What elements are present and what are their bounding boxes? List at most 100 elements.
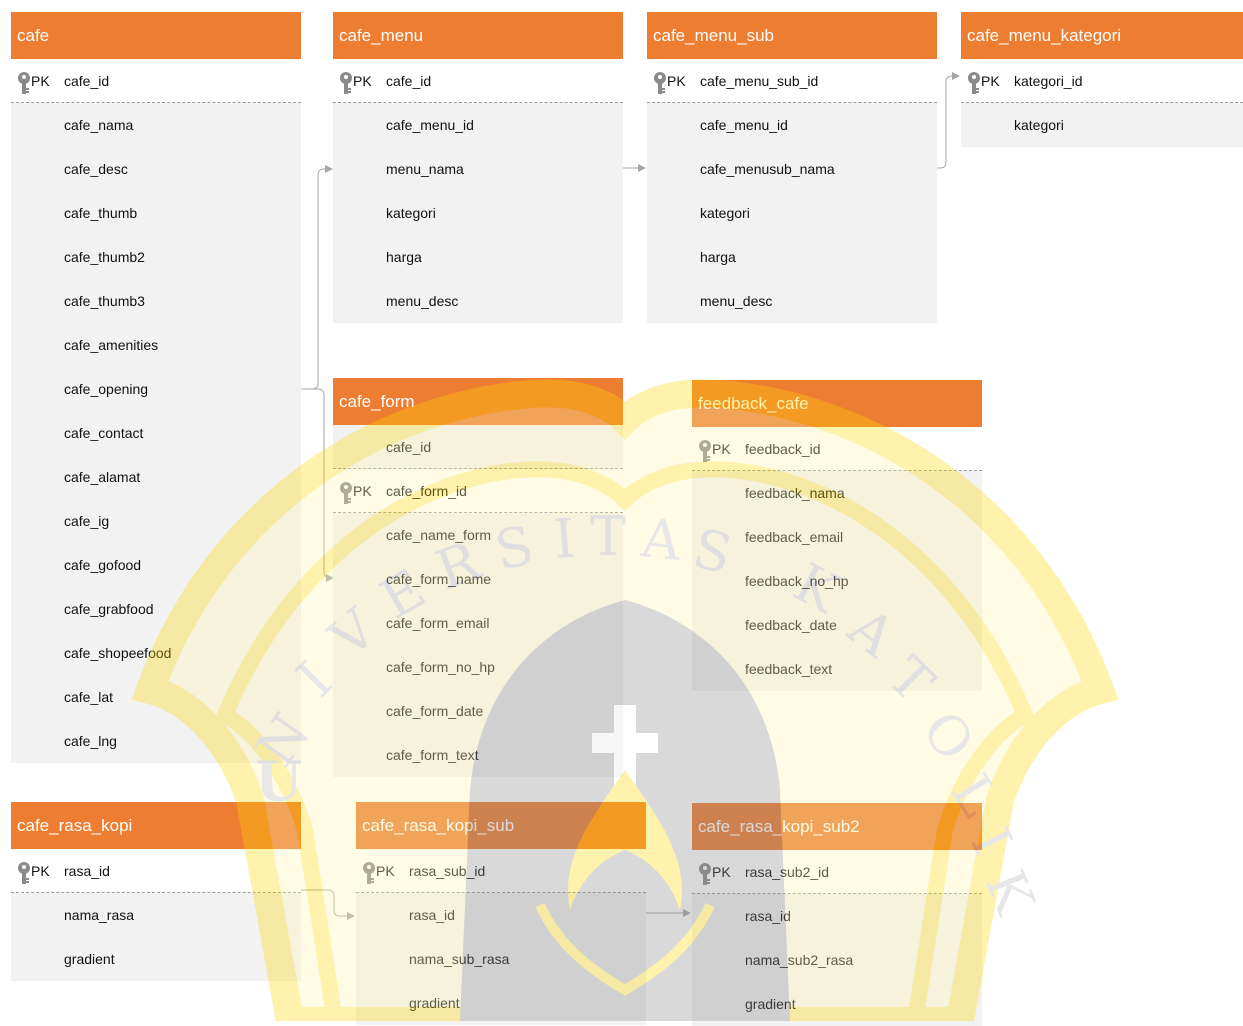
pk-label: PK — [31, 73, 50, 89]
field-row[interactable]: cafe_opening — [11, 367, 301, 411]
field-row[interactable]: harga — [333, 235, 623, 279]
pk-label: PK — [667, 73, 686, 89]
field-row[interactable]: cafe_form_date — [333, 689, 623, 733]
field-row[interactable]: cafe_nama — [11, 103, 301, 147]
field-row[interactable]: gradient — [356, 981, 646, 1025]
primary-key-row[interactable]: PK rasa_sub2_id — [692, 850, 982, 894]
field-name: cafe_menu_sub_id — [700, 73, 819, 89]
primary-key-row[interactable]: PK kategori_id — [961, 59, 1243, 103]
field-row[interactable]: cafe_lat — [11, 675, 301, 719]
field-name: menu_desc — [700, 293, 773, 309]
field-row[interactable]: cafe_gofood — [11, 543, 301, 587]
field-name: cafe_contact — [64, 425, 144, 441]
key-icon — [17, 69, 31, 94]
key-icon — [698, 860, 712, 885]
field-row[interactable]: cafe_thumb3 — [11, 279, 301, 323]
key-icon — [967, 69, 981, 94]
field-row[interactable]: gradient — [11, 937, 301, 981]
field-name: cafe_form_name — [386, 571, 492, 587]
key-icon — [339, 69, 353, 94]
field-row[interactable]: rasa_id — [692, 894, 982, 938]
table-cafe-menu[interactable]: cafe_menu PK cafe_id cafe_menu_id menu_nama k… — [333, 12, 623, 323]
field-name: cafe_gofood — [64, 557, 142, 573]
table-cafe-form[interactable]: cafe_form cafe_id PK cafe_form_id cafe_name_… — [333, 378, 623, 777]
field-row[interactable]: nama_sub2_rasa — [692, 938, 982, 982]
field-name: cafe_shopeefood — [64, 645, 172, 661]
field-row[interactable]: cafe_menusub_nama — [647, 147, 937, 191]
field-row[interactable]: cafe_contact — [11, 411, 301, 455]
field-row[interactable]: menu_nama — [333, 147, 623, 191]
field-name: cafe_id — [64, 73, 110, 89]
table-cafe-menu-sub[interactable]: cafe_menu_sub PK cafe_menu_sub_id cafe_menu… — [647, 12, 937, 323]
field-row[interactable]: cafe_ig — [11, 499, 301, 543]
field-row[interactable]: feedback_text — [692, 647, 982, 691]
field-name: nama_rasa — [64, 907, 135, 923]
primary-key-row[interactable]: PK rasa_id — [11, 849, 301, 893]
field-row[interactable]: cafe_alamat — [11, 455, 301, 499]
field-row[interactable]: cafe_id — [333, 425, 623, 469]
primary-key-row[interactable]: PK cafe_menu_sub_id — [647, 59, 937, 103]
field-row[interactable]: cafe_desc — [11, 147, 301, 191]
key-icon — [17, 859, 31, 884]
field-row[interactable]: kategori — [333, 191, 623, 235]
table-title: feedback_cafe — [692, 380, 982, 427]
field-name: kategori — [1014, 117, 1064, 133]
field-row[interactable]: harga — [647, 235, 937, 279]
table-feedback-cafe[interactable]: feedback_cafe PK feedback_id feedback_nama f… — [692, 380, 982, 691]
field-row[interactable]: cafe_form_email — [333, 601, 623, 645]
field-row[interactable]: cafe_form_no_hp — [333, 645, 623, 689]
key-icon — [339, 479, 353, 504]
field-name: cafe_amenities — [64, 337, 159, 353]
primary-key-row[interactable]: PK cafe_id — [11, 59, 301, 103]
primary-key-row[interactable]: PK rasa_sub_id — [356, 849, 646, 893]
field-row[interactable]: menu_desc — [333, 279, 623, 323]
table-title: cafe_form — [333, 378, 623, 425]
field-row[interactable]: cafe_menu_id — [333, 103, 623, 147]
primary-key-row[interactable]: PK feedback_id — [692, 427, 982, 471]
table-cafe-menu-kategori[interactable]: cafe_menu_kategori PK kategori_id kategori — [961, 12, 1243, 147]
field-name: gradient — [745, 996, 796, 1012]
field-row[interactable]: nama_sub_rasa — [356, 937, 646, 981]
field-row[interactable]: cafe_lng — [11, 719, 301, 763]
connector-cafe-to-cafe-form — [300, 388, 334, 582]
field-row[interactable]: cafe_thumb2 — [11, 235, 301, 279]
svg-text:K: K — [973, 861, 1047, 924]
table-cafe[interactable]: cafe PK cafe_id cafe_nama cafe_desc cafe_thum… — [11, 12, 301, 763]
field-row[interactable]: rasa_id — [356, 893, 646, 937]
field-row[interactable]: feedback_no_hp — [692, 559, 982, 603]
field-row[interactable]: cafe_name_form — [333, 513, 623, 557]
field-row[interactable]: kategori — [647, 191, 937, 235]
field-row[interactable]: kategori — [961, 103, 1243, 147]
field-row[interactable]: cafe_form_name — [333, 557, 623, 601]
table-title: cafe_rasa_kopi — [11, 802, 301, 849]
field-name: rasa_sub_id — [409, 863, 486, 879]
primary-key-row[interactable]: PK cafe_form_id — [333, 469, 623, 513]
field-name: cafe_thumb — [64, 205, 138, 221]
field-row[interactable]: cafe_form_text — [333, 733, 623, 777]
field-row[interactable]: nama_rasa — [11, 893, 301, 937]
field-row[interactable]: gradient — [692, 982, 982, 1026]
field-name: cafe_form_date — [386, 703, 484, 719]
field-name: kategori — [386, 205, 436, 221]
field-name: cafe_menu_id — [700, 117, 788, 133]
field-name: rasa_id — [745, 908, 791, 924]
field-name: harga — [700, 249, 736, 265]
primary-key-row[interactable]: PK cafe_id — [333, 59, 623, 103]
field-name: gradient — [409, 995, 460, 1011]
field-name: cafe_thumb2 — [64, 249, 145, 265]
field-row[interactable]: feedback_email — [692, 515, 982, 559]
field-row[interactable]: cafe_amenities — [11, 323, 301, 367]
field-row[interactable]: feedback_date — [692, 603, 982, 647]
table-cafe-rasa-kopi[interactable]: cafe_rasa_kopi PK rasa_id nama_rasa gradient — [11, 802, 301, 981]
table-cafe-rasa-kopi-sub[interactable]: cafe_rasa_kopi_sub PK rasa_sub_id rasa_id na… — [356, 802, 646, 1025]
field-row[interactable]: cafe_grabfood — [11, 587, 301, 631]
field-name: feedback_id — [745, 441, 821, 457]
field-row[interactable]: feedback_nama — [692, 471, 982, 515]
pk-label: PK — [981, 73, 1000, 89]
field-row[interactable]: cafe_shopeefood — [11, 631, 301, 675]
field-row[interactable]: menu_desc — [647, 279, 937, 323]
pk-label: PK — [712, 441, 731, 457]
table-cafe-rasa-kopi-sub2[interactable]: cafe_rasa_kopi_sub2 PK rasa_sub2_id rasa_id… — [692, 803, 982, 1026]
field-row[interactable]: cafe_menu_id — [647, 103, 937, 147]
field-row[interactable]: cafe_thumb — [11, 191, 301, 235]
